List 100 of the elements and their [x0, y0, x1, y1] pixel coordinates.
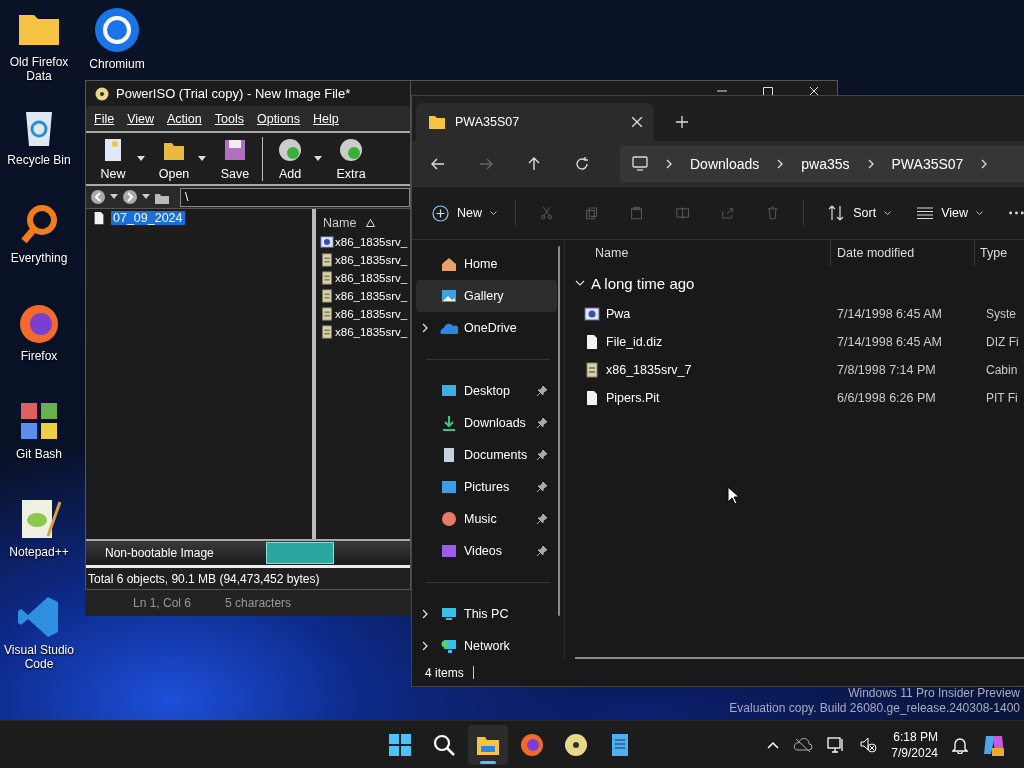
speaker-muted-icon[interactable] — [859, 736, 878, 754]
nav-item[interactable]: Downloads — [416, 407, 557, 439]
nav-item[interactable]: Home — [416, 248, 557, 280]
pin-icon[interactable] — [537, 514, 547, 524]
close-icon[interactable] — [809, 87, 819, 95]
maximize-icon[interactable] — [763, 87, 773, 95]
file-row[interactable]: x86_1835srv_ — [320, 233, 408, 251]
pin-icon[interactable] — [537, 482, 547, 492]
desktop-shortcut[interactable]: Old Firefox Data — [0, 6, 78, 104]
minimize-icon[interactable] — [717, 87, 727, 95]
breadcrumb-item[interactable]: Downloads — [690, 155, 760, 172]
back-icon[interactable] — [90, 189, 106, 205]
cabinet-file-icon — [320, 307, 334, 321]
forward-icon[interactable] — [122, 189, 138, 205]
up-arrow-icon[interactable] — [526, 155, 542, 172]
desktop-shortcut[interactable]: Recycle Bin — [0, 104, 78, 202]
taskbar-app[interactable] — [468, 725, 508, 765]
desktop-shortcut[interactable]: Everything — [0, 202, 78, 300]
bell-icon[interactable] — [952, 736, 968, 754]
pin-icon[interactable] — [537, 418, 547, 428]
desktop-shortcut[interactable]: Notepad++ — [0, 496, 78, 594]
column-header[interactable]: Name — [320, 213, 376, 233]
nav-item[interactable]: Videos — [416, 535, 557, 567]
firefox-icon — [520, 733, 544, 757]
toolbar-button[interactable]: Extra — [328, 136, 374, 181]
path-field[interactable]: \ — [180, 187, 410, 207]
toolbar-button[interactable]: Open — [151, 136, 197, 181]
menu-item[interactable]: View — [127, 111, 155, 126]
clipboard-icon[interactable] — [630, 205, 644, 221]
column-header[interactable]: Date modified — [831, 240, 975, 266]
clock[interactable]: 6:18 PM 7/9/2024 — [891, 729, 938, 761]
group-header[interactable]: A long time ago — [573, 266, 695, 300]
chevron-right-icon[interactable] — [422, 323, 428, 333]
toolbar-button[interactable]: Add — [267, 136, 313, 181]
nav-item[interactable]: Pictures — [416, 471, 557, 503]
chevron-right-icon[interactable] — [981, 158, 988, 169]
dropdown-caret-icon[interactable] — [314, 155, 322, 162]
close-icon[interactable] — [632, 117, 642, 127]
file-row[interactable]: x86_1835srv_ — [320, 305, 408, 323]
copy-icon[interactable] — [585, 205, 599, 221]
new-button[interactable]: New — [432, 204, 497, 222]
file-row[interactable]: Pwa 7/14/1998 6:45 AM Syste — [573, 300, 1024, 328]
chevron-up-icon[interactable] — [767, 741, 780, 749]
view-button[interactable]: View — [917, 206, 984, 220]
menu-item[interactable]: Tools — [214, 111, 244, 126]
status-text: 5 characters — [225, 596, 292, 610]
nav-item[interactable]: Gallery — [416, 280, 557, 312]
menu-item[interactable]: Options — [256, 111, 301, 126]
dropdown-caret-icon[interactable] — [142, 194, 150, 200]
menu-item[interactable]: Help — [313, 111, 339, 126]
column-header[interactable]: Type — [975, 240, 1024, 266]
chevron-right-icon[interactable] — [422, 641, 428, 651]
copilot-icon[interactable] — [982, 733, 1006, 757]
address-bar[interactable]: Downloads pwa35s PWA35S07 — [620, 145, 1024, 182]
breadcrumb-item[interactable]: PWA35S07 — [891, 155, 964, 172]
pin-icon[interactable] — [537, 546, 547, 556]
chevron-right-icon — [867, 158, 874, 169]
more-options-icon[interactable] — [1009, 211, 1024, 215]
file-row[interactable]: x86_1835srv_ — [320, 269, 408, 287]
sort-button[interactable]: Sort — [828, 205, 892, 221]
network-icon[interactable] — [827, 736, 846, 754]
nav-item[interactable]: This PC — [416, 598, 557, 630]
nav-item[interactable]: Desktop — [416, 375, 557, 407]
file-row[interactable]: Pipers.Pit 6/6/1998 6:26 PM PIT Fi — [573, 384, 1024, 412]
plus-circle-icon — [432, 204, 449, 222]
cloud-off-icon[interactable] — [793, 738, 814, 752]
tree-item[interactable]: 07_09_2024 — [92, 211, 185, 225]
refresh-icon[interactable] — [574, 155, 590, 172]
chevron-right-icon[interactable] — [422, 609, 428, 619]
pin-icon[interactable] — [537, 450, 547, 460]
desktop-shortcut[interactable]: Chromium — [86, 6, 148, 71]
file-row[interactable]: x86_1835srv_ — [320, 287, 408, 305]
breadcrumb-item[interactable]: pwa35s — [801, 155, 850, 172]
item-count: 4 items — [425, 665, 464, 680]
new-tab-icon[interactable] — [676, 116, 688, 128]
cabinet-file-icon — [584, 362, 600, 378]
menu-item[interactable]: File — [94, 111, 115, 126]
desktop-shortcut[interactable]: Git Bash — [0, 398, 78, 496]
desktop-shortcut[interactable]: Firefox — [0, 300, 78, 398]
toolbar-button[interactable]: New — [90, 136, 136, 181]
file-row[interactable]: File_id.diz 7/14/1998 6:45 AM DIZ Fi — [573, 328, 1024, 356]
nav-item[interactable]: OneDrive — [416, 312, 557, 344]
toolbar-button[interactable]: Save — [212, 136, 258, 181]
dropdown-caret-icon[interactable] — [198, 155, 206, 162]
chevron-down-icon — [976, 210, 984, 216]
column-header[interactable]: Name — [573, 240, 831, 266]
nav-item[interactable]: Music — [416, 503, 557, 535]
nav-item[interactable]: Documents — [416, 439, 557, 471]
rename-icon[interactable] — [675, 205, 689, 221]
nav-item[interactable]: Network — [416, 630, 557, 662]
dropdown-caret-icon[interactable] — [110, 194, 118, 200]
tree-label: 07_09_2024 — [111, 211, 185, 225]
file-row[interactable]: x86_1835srv_7 7/8/1998 7:14 PM Cabin — [573, 356, 1024, 384]
pin-icon[interactable] — [537, 386, 547, 396]
dropdown-caret-icon[interactable] — [137, 155, 145, 162]
file-row[interactable]: x86_1835srv_ — [320, 323, 408, 341]
window-tab[interactable]: PWA35S07 — [416, 103, 654, 141]
menu-item[interactable]: Action — [167, 111, 202, 126]
file-row[interactable]: x86_1835srv_ — [320, 251, 408, 269]
desktop-shortcut[interactable]: Visual Studio Code — [0, 594, 78, 692]
